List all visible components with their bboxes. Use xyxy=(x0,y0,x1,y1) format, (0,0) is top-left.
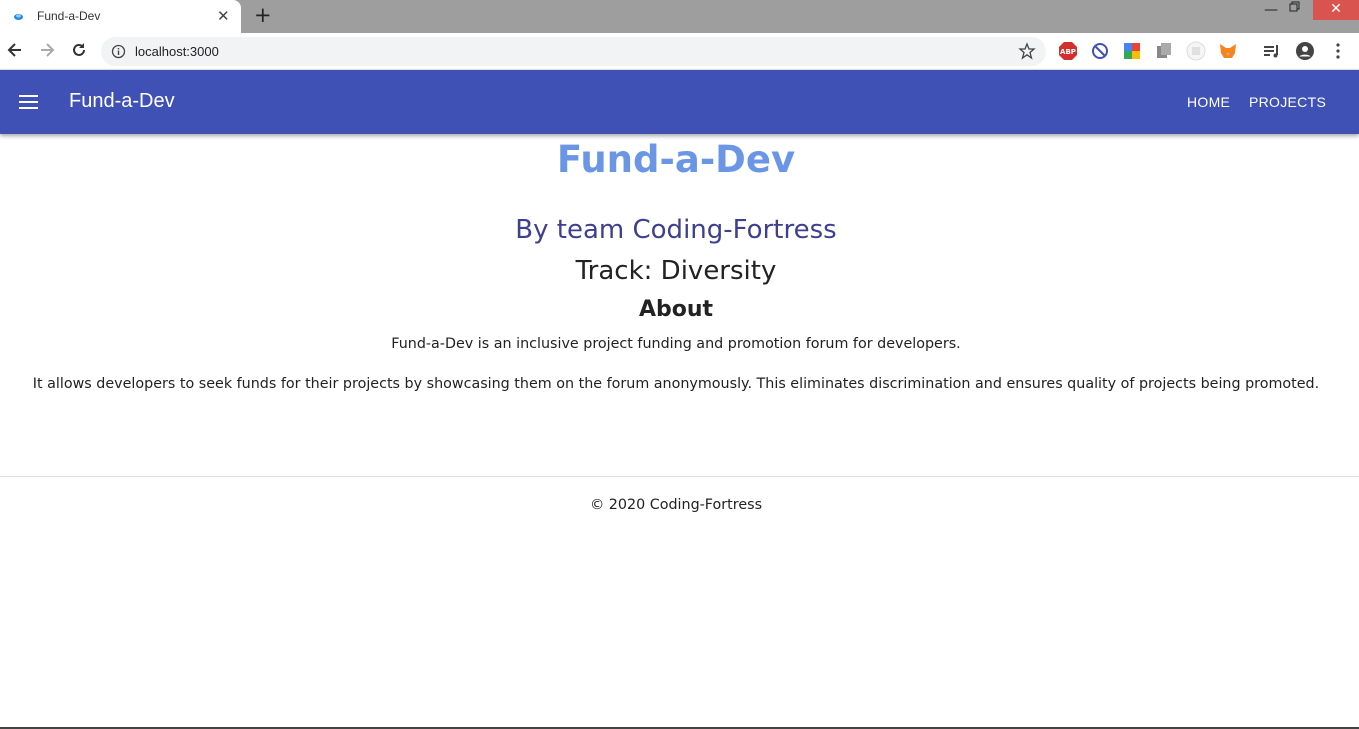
footer-copyright: © 2020 Coding-Fortress xyxy=(589,497,763,513)
google-icon[interactable] xyxy=(1122,41,1142,61)
restore-icon[interactable] xyxy=(1289,1,1301,13)
nav-projects-button[interactable]: PROJECTS xyxy=(1249,94,1326,110)
tab-close-icon[interactable]: ✕ xyxy=(217,7,230,25)
svg-text:ABP: ABP xyxy=(1060,48,1076,56)
metamask-icon[interactable] xyxy=(1218,41,1238,61)
info-icon[interactable] xyxy=(111,44,126,59)
block-icon[interactable] xyxy=(1090,41,1110,61)
browser-toolbar: localhost:3000 ABP xyxy=(0,33,1359,70)
extension-icon[interactable] xyxy=(1154,41,1174,61)
tab-strip: Fund-a-Dev ✕ + — ✕ xyxy=(0,0,1359,33)
nav-home-button[interactable]: HOME xyxy=(1187,94,1230,110)
new-tab-icon[interactable]: + xyxy=(254,3,272,27)
media-icon[interactable] xyxy=(1262,41,1282,61)
browser-tab[interactable]: Fund-a-Dev ✕ xyxy=(0,0,241,33)
about-paragraph-1: Fund-a-Dev is an inclusive project fundi… xyxy=(391,336,961,352)
hero-title: Fund-a-Dev xyxy=(556,138,796,181)
favicon-icon xyxy=(14,14,23,20)
about-heading: About xyxy=(638,297,714,322)
adblock-icon[interactable]: ABP xyxy=(1058,41,1078,61)
app-title[interactable]: Fund-a-Dev xyxy=(69,90,175,113)
menu-icon[interactable] xyxy=(19,94,38,110)
footer-divider xyxy=(0,476,1359,477)
about-paragraph-2: It allows developers to seek funds for t… xyxy=(32,376,1320,392)
star-icon[interactable] xyxy=(1018,42,1036,60)
track-heading: Track: Diversity xyxy=(575,256,777,286)
window-close-icon[interactable]: ✕ xyxy=(1313,0,1359,20)
app-bar: Fund-a-Dev HOME PROJECTS xyxy=(0,70,1359,134)
team-heading: By team Coding-Fortress xyxy=(515,215,837,245)
reload-icon[interactable] xyxy=(69,40,89,60)
profile-icon[interactable] xyxy=(1295,41,1315,61)
forward-icon[interactable] xyxy=(37,40,57,60)
more-icon[interactable] xyxy=(1328,41,1348,61)
tab-title: Fund-a-Dev xyxy=(37,9,101,23)
url-text[interactable]: localhost:3000 xyxy=(135,44,219,59)
back-icon[interactable] xyxy=(5,40,25,60)
address-bar[interactable]: localhost:3000 xyxy=(101,37,1046,66)
minimize-icon[interactable]: — xyxy=(1264,2,1278,18)
extension-icon[interactable] xyxy=(1186,41,1206,61)
